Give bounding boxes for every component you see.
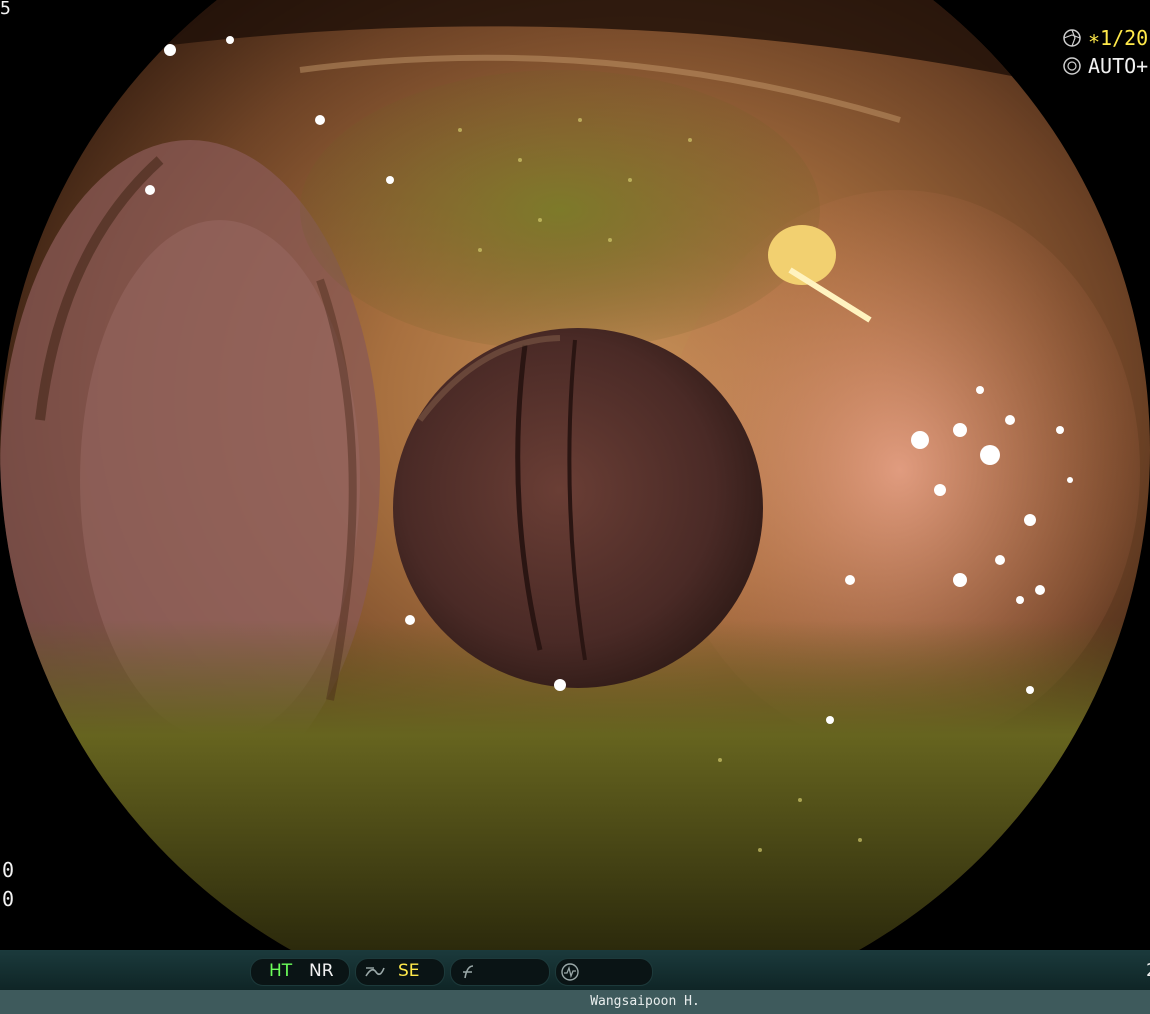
iris-icon — [1063, 57, 1081, 75]
nr-indicator: NR — [309, 961, 334, 981]
right-edge-readout: 2 — [1146, 962, 1150, 980]
left-top-readout: 5 — [0, 0, 11, 19]
waveform-icon — [561, 963, 579, 981]
se-indicator: SE — [398, 961, 420, 981]
waveform-group — [555, 958, 653, 986]
contrast-icon — [365, 967, 385, 977]
ht-nr-group: HT NR — [250, 958, 350, 986]
freeze-group — [450, 958, 550, 986]
shutter-speed: ∗1/20 — [1088, 26, 1149, 50]
footer-bar: Wangsaipoon H. — [0, 990, 1150, 1014]
left-readout-1: 0 — [2, 858, 15, 882]
operator-name: Wangsaipoon H. — [590, 994, 700, 1009]
endoscopic-image — [0, 0, 1150, 950]
ht-indicator: HT — [269, 961, 293, 981]
freeze-icon — [463, 965, 474, 979]
se-group: SE — [355, 958, 445, 986]
left-readout-2: 0 — [2, 887, 15, 911]
status-bar: HT NR SE 2 — [0, 950, 1150, 990]
shutter-icon — [1063, 29, 1081, 47]
iris-mode: AUTO+ — [1088, 54, 1149, 78]
